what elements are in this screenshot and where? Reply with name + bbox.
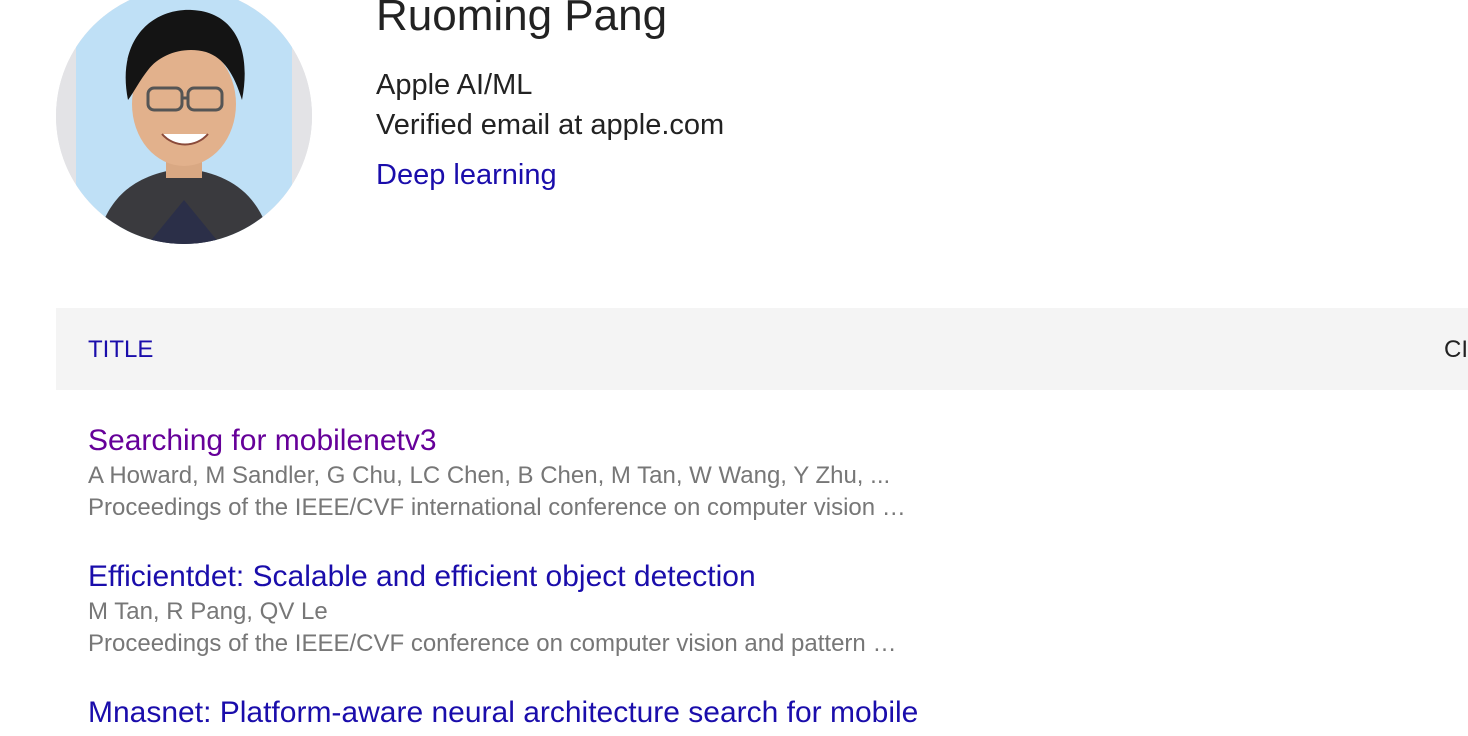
profile-name: Ruoming Pang [376, 0, 668, 40]
verified-email: Verified email at apple.com [376, 109, 725, 141]
scholar-profile-page: Ruoming Pang Apple AI/ML Verified email … [0, 0, 1468, 736]
sort-by-title-header[interactable]: TITLE [88, 335, 153, 365]
article-title-link[interactable]: Searching for mobilenetv3 [88, 422, 1388, 460]
article-authors: A Howard, M Sandler, G Chu, LC Chen, B C… [88, 462, 891, 489]
article-title-link[interactable]: Efficientdet: Scalable and efficient obj… [88, 558, 1388, 596]
profile-photo-icon [56, 0, 312, 244]
affiliation: Apple AI/ML [376, 69, 533, 101]
cited-by-header[interactable]: CI [1444, 335, 1468, 365]
article-title-link[interactable]: Mnasnet: Platform-aware neural architect… [88, 694, 1388, 732]
article-venue: Proceedings of the IEEE/CVF internationa… [88, 494, 906, 521]
table-row: Efficientdet: Scalable and efficient obj… [88, 558, 1388, 660]
interest-link-deep-learning[interactable]: Deep learning [376, 157, 557, 193]
table-row: Mnasnet: Platform-aware neural architect… [88, 694, 1388, 732]
avatar[interactable] [56, 0, 312, 244]
article-venue: Proceedings of the IEEE/CVF conference o… [88, 630, 897, 657]
article-authors: M Tan, R Pang, QV Le [88, 598, 328, 625]
articles-table-header: TITLE CI [56, 308, 1468, 390]
table-row: Searching for mobilenetv3 A Howard, M Sa… [88, 422, 1388, 524]
